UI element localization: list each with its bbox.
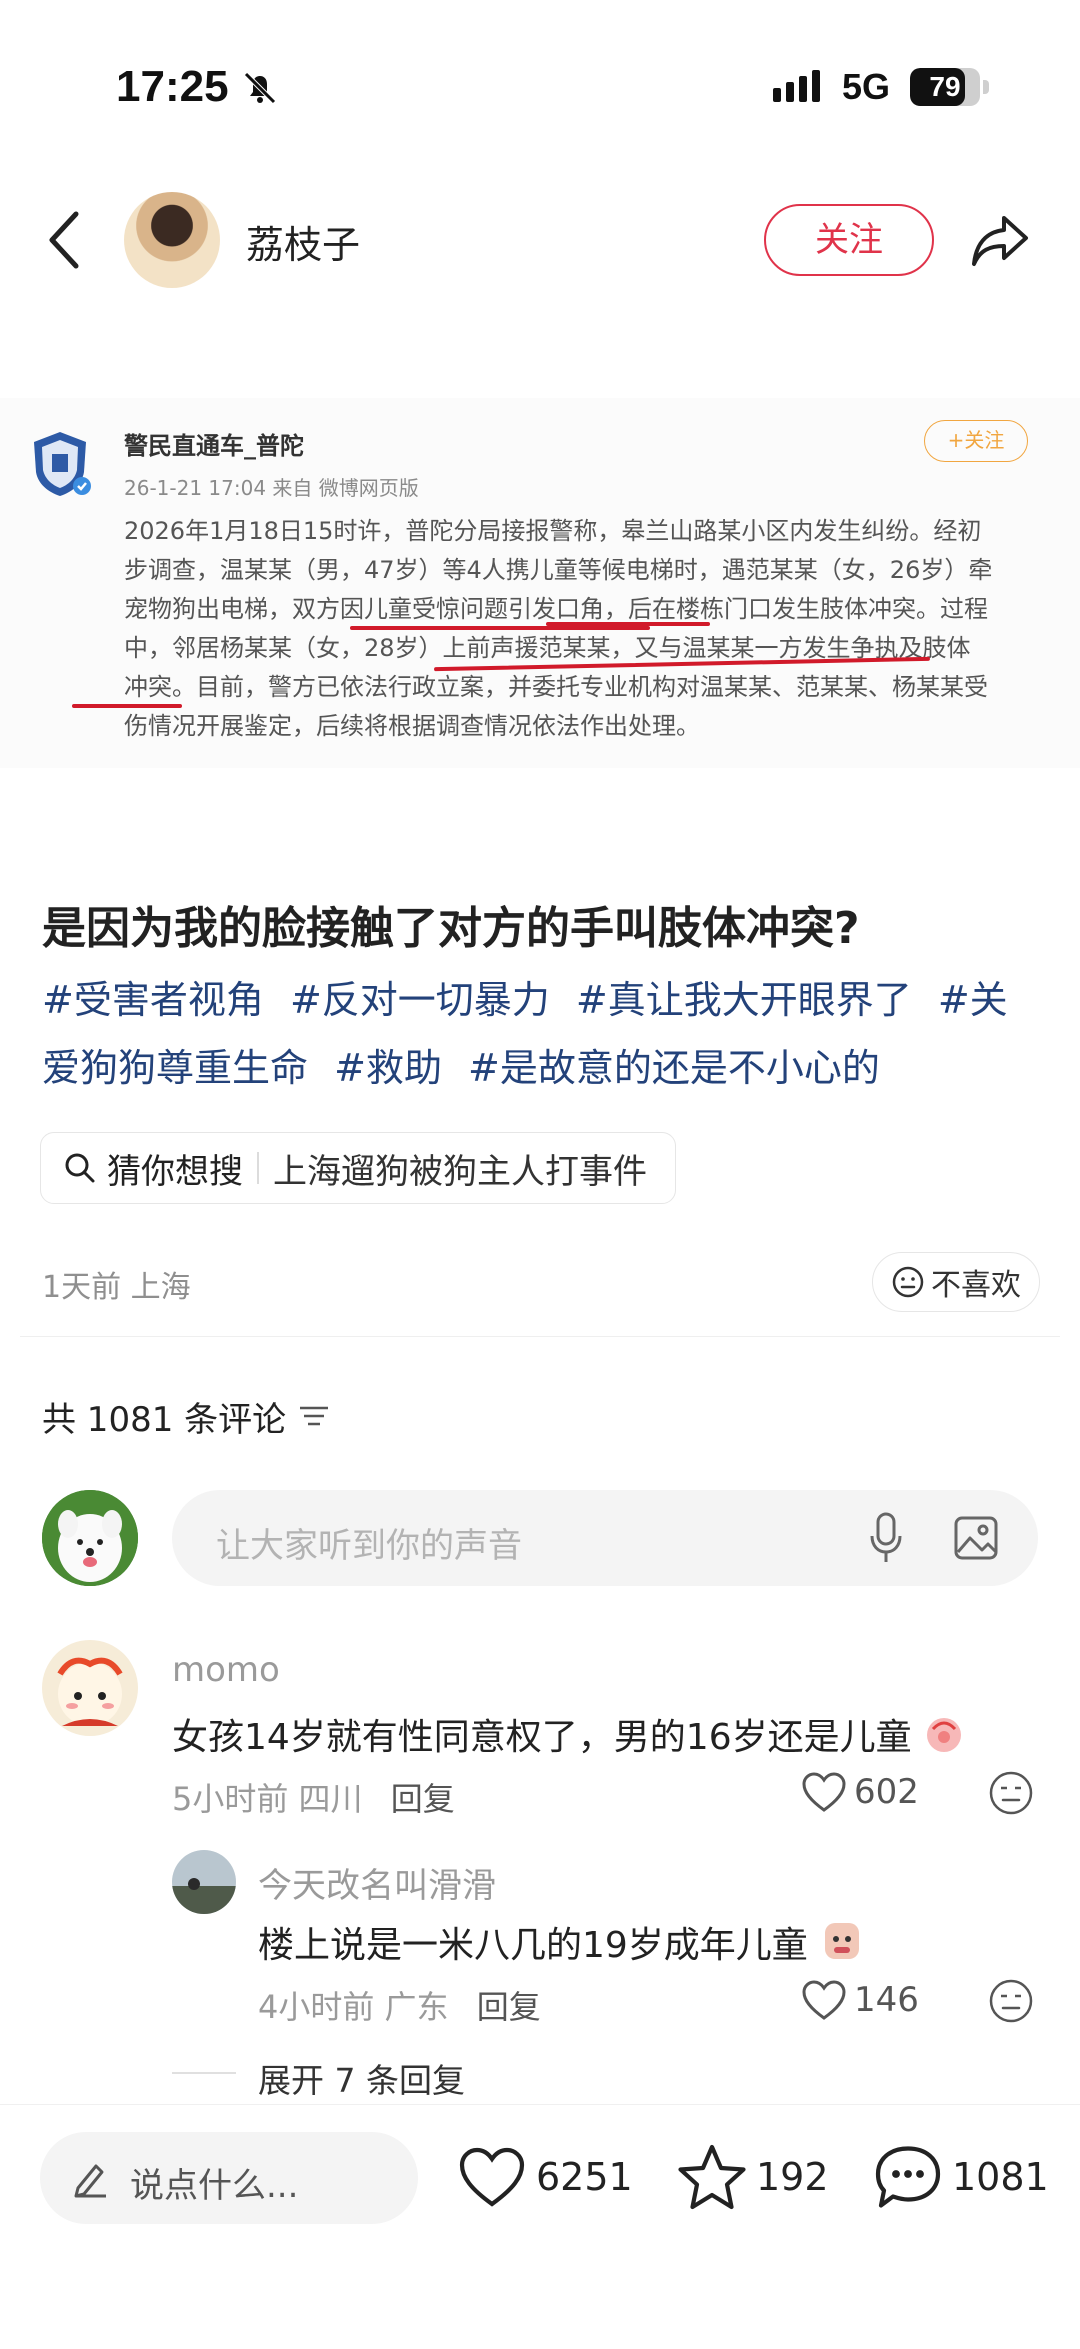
- embedded-follow-badge: +关注: [924, 420, 1028, 462]
- comment-like-count: 146: [854, 1980, 919, 2020]
- status-time: 17:25: [116, 62, 229, 111]
- comment-dislike-icon[interactable]: [988, 1978, 1034, 2024]
- comment-time-location: 4小时前 广东: [258, 1988, 449, 2026]
- comment-count: 1081: [952, 2155, 1049, 2199]
- embedded-line: 冲突。目前，警方已依法行政立案，并委托专业机构对温某某、范某某、杨某某受: [124, 673, 988, 701]
- embedded-line: 伤情况开展鉴定，后续将根据调查情况依法作出处理。: [124, 712, 700, 740]
- cat-avatar-icon: [42, 1640, 138, 1736]
- reply-button[interactable]: 回复: [477, 1988, 541, 2026]
- comment-like-count: 602: [854, 1772, 919, 1812]
- related-search-chip[interactable]: 猜你想搜 上海遛狗被狗主人打事件: [40, 1132, 676, 1204]
- my-avatar[interactable]: [42, 1490, 138, 1586]
- collect-button[interactable]: 192: [676, 2142, 829, 2212]
- pinch-emoji-icon: [927, 1718, 962, 1752]
- comment-text: 楼上说是一米八几的19岁成年儿童: [258, 1916, 865, 1968]
- mute-bell-icon: [244, 72, 276, 104]
- comments-count-label: 共 1081 条评论: [42, 1400, 287, 1440]
- post-time-location: 1天前 上海: [42, 1270, 191, 1305]
- comment-input-placeholder: 让大家听到你的声音: [216, 1526, 522, 1566]
- comment-text-content: 楼上说是一米八几的19岁成年儿童: [258, 1925, 808, 1966]
- dog-avatar-icon: [42, 1490, 138, 1586]
- embedded-line: 步调查，温某某（男，47岁）等4人携儿童等候电梯时，遇范某某（女，26岁）牵: [124, 556, 993, 584]
- embedded-account-name: 警民直通车_普陀: [124, 432, 304, 460]
- embedded-meta: 26-1-21 17:04 来自 微博网页版: [124, 476, 419, 500]
- expand-divider: [172, 2072, 236, 2074]
- heart-icon: [802, 1772, 846, 1812]
- hashtag-list: #受害者视角 #反对一切暴力 #真让我大开眼界了 #关爱狗狗尊重生命 #救助 #…: [42, 966, 1042, 1102]
- landscape-avatar-icon: [172, 1850, 236, 1914]
- dislike-button[interactable]: 不喜欢: [872, 1252, 1040, 1312]
- search-icon: [65, 1153, 95, 1183]
- comment-username[interactable]: momo: [172, 1650, 280, 1690]
- share-icon[interactable]: [968, 210, 1032, 270]
- hashtag[interactable]: #救助: [334, 1046, 442, 1090]
- hashtag[interactable]: #是故意的还是不小心的: [468, 1046, 880, 1090]
- comment-button[interactable]: 1081: [872, 2142, 1049, 2212]
- battery-tip: [983, 80, 989, 94]
- comment-like-button[interactable]: 146: [800, 1978, 919, 2022]
- post-title: 是因为我的脸接触了对方的手叫肢体冲突?: [42, 903, 860, 954]
- collect-count: 192: [756, 2155, 829, 2199]
- comment-time-location: 5小时前 四川: [172, 1780, 363, 1818]
- expand-replies-button[interactable]: 展开 7 条回复: [258, 2054, 465, 2102]
- author-avatar[interactable]: [124, 192, 220, 288]
- image-icon[interactable]: [952, 1514, 1000, 1562]
- comment-text: 女孩14岁就有性同意权了，男的16岁还是儿童: [172, 1708, 965, 1760]
- back-icon[interactable]: [44, 208, 84, 272]
- comment-text-content: 女孩14岁就有性同意权了，男的16岁还是儿童: [172, 1717, 912, 1758]
- embedded-line: 2026年1月18日15时许，普陀分局接报警称，皋兰山路某小区内发生纠纷。经初: [124, 517, 982, 545]
- comment-meta: 4小时前 广东 回复: [258, 1982, 541, 2028]
- star-icon: [678, 2144, 746, 2210]
- hashtag[interactable]: #受害者视角: [42, 978, 264, 1022]
- comment-like-button[interactable]: 602: [800, 1770, 919, 1814]
- sticker-emoji-icon: [825, 1923, 860, 1959]
- comment-username[interactable]: 今天改名叫滑滑: [258, 1858, 496, 1907]
- red-underline: [546, 622, 710, 626]
- like-count: 6251: [536, 2155, 633, 2199]
- commenter-avatar[interactable]: [172, 1850, 236, 1914]
- heart-icon: [802, 1980, 846, 2020]
- battery-icon: 79: [910, 68, 980, 106]
- sort-icon[interactable]: [296, 1402, 332, 1432]
- red-underline: [350, 626, 650, 630]
- hashtag[interactable]: #反对一切暴力: [290, 978, 550, 1022]
- comment-meta: 5小时前 四川 回复: [172, 1774, 455, 1820]
- commenter-avatar[interactable]: [42, 1640, 138, 1736]
- like-button[interactable]: 6251: [456, 2144, 633, 2210]
- say-something-placeholder: 说点什么...: [130, 2166, 299, 2206]
- red-underline: [72, 704, 182, 708]
- comment-dislike-icon[interactable]: [988, 1770, 1034, 1816]
- chip-separator: [257, 1152, 259, 1184]
- follow-button[interactable]: 关注: [764, 204, 934, 276]
- network-type: 5G: [842, 66, 891, 107]
- battery-level: 79: [929, 71, 961, 102]
- signal-icon: [773, 70, 825, 102]
- pencil-icon: [74, 2164, 106, 2198]
- reply-button[interactable]: 回复: [391, 1780, 455, 1818]
- divider: [20, 1336, 1060, 1337]
- police-logo-icon: [34, 432, 91, 496]
- dislike-label: 不喜欢: [931, 1268, 1021, 1303]
- heart-icon: [459, 2147, 525, 2207]
- comment-bubble-icon: [875, 2146, 941, 2208]
- author-name[interactable]: 荔枝子: [246, 214, 360, 269]
- neutral-face-icon: [892, 1266, 924, 1298]
- hashtag[interactable]: #真让我大开眼界了: [576, 978, 912, 1022]
- search-chip-query: 上海遛狗被狗主人打事件: [273, 1151, 647, 1192]
- search-chip-prefix: 猜你想搜: [107, 1151, 243, 1192]
- microphone-icon[interactable]: [866, 1510, 906, 1566]
- comments-count: 共 1081 条评论: [42, 1392, 332, 1441]
